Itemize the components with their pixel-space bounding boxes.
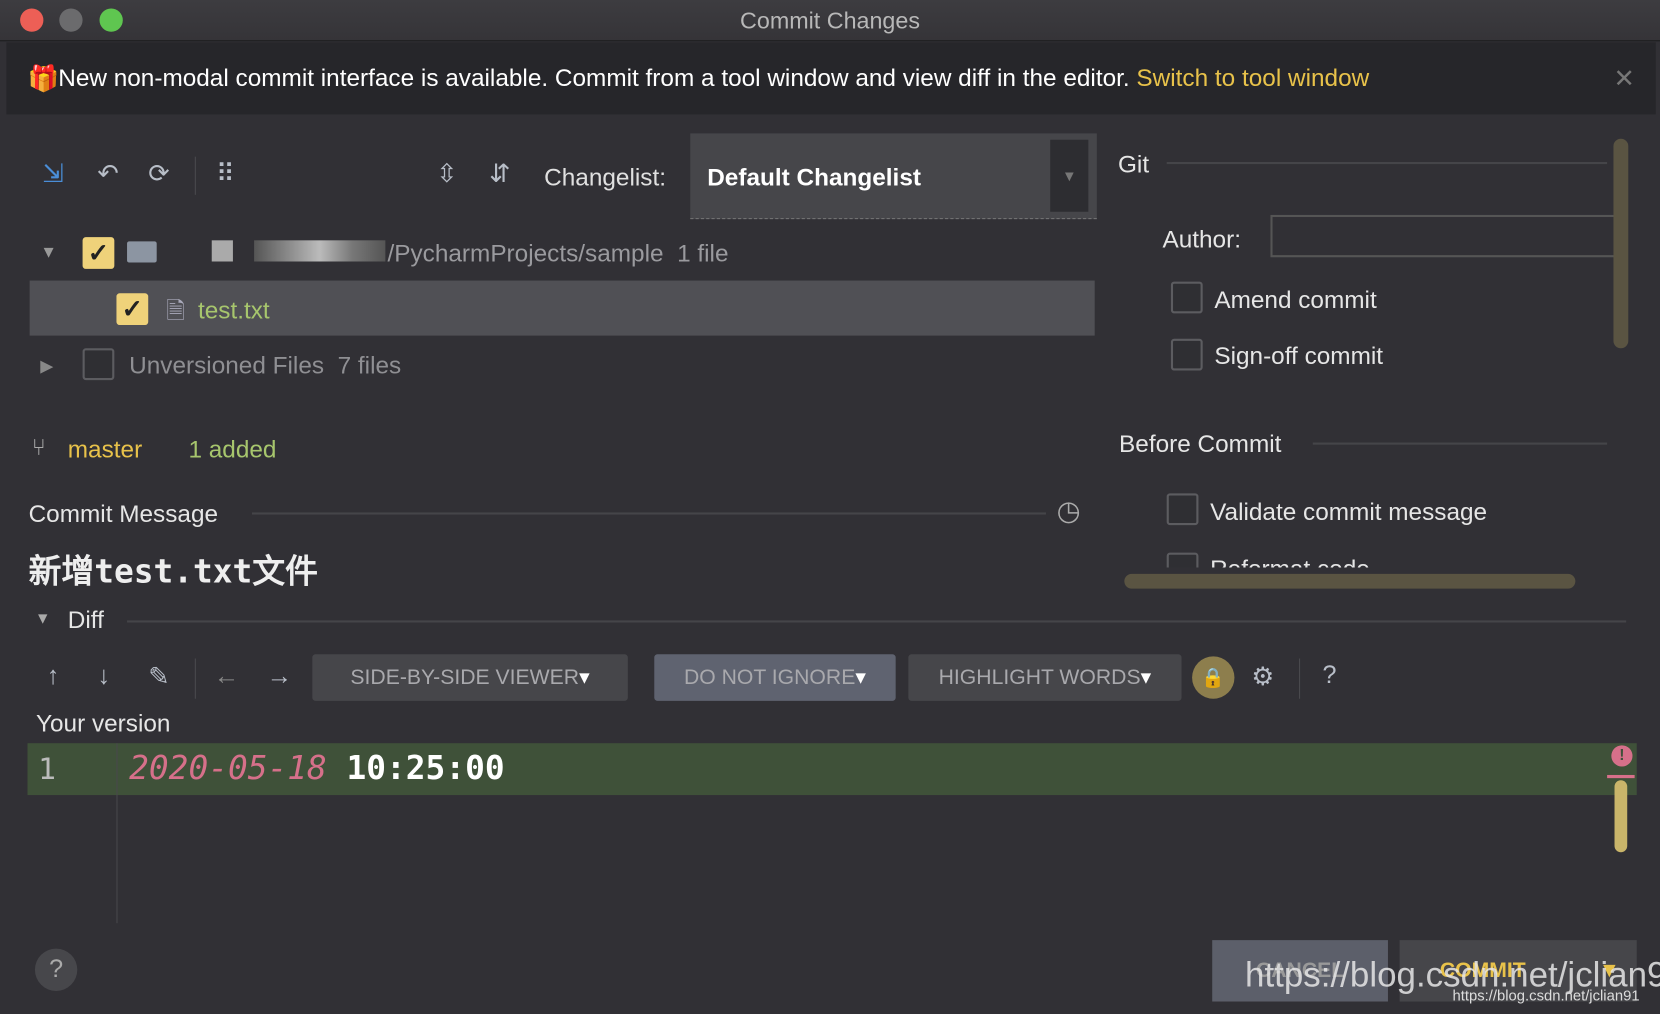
chevron-down-icon[interactable]: ▼ xyxy=(1050,139,1089,212)
unversioned-checkbox[interactable] xyxy=(82,348,115,381)
switch-to-tool-window-link[interactable]: Switch to tool window xyxy=(1136,64,1369,92)
ignore-dropdown[interactable]: DO NOT IGNORE▾ xyxy=(654,654,896,701)
validate-commit-message-checkbox[interactable] xyxy=(1166,493,1199,526)
collapse-all-icon[interactable]: ⇵ xyxy=(489,159,510,190)
gift-icon: 🎁 xyxy=(27,64,60,94)
root-path: /PycharmProjects/sample xyxy=(387,239,664,267)
next-difference-icon[interactable]: ↓ xyxy=(97,662,110,692)
chevron-down-icon: ▾ xyxy=(855,665,866,690)
diff-line-content[interactable]: 2020-05-18 10:25:00 xyxy=(129,750,504,788)
settings-gear-icon[interactable]: ⚙ xyxy=(1251,662,1274,693)
toolbar-divider xyxy=(194,156,196,195)
folder-icon xyxy=(127,241,157,263)
amend-commit-checkbox[interactable] xyxy=(1170,281,1203,314)
commit-message-label: Commit Message xyxy=(28,499,219,528)
root-count: 1 file xyxy=(677,239,729,267)
toolbar-divider xyxy=(1299,658,1301,699)
close-banner-icon[interactable]: ✕ xyxy=(1613,64,1634,95)
horizontal-scrollbar[interactable] xyxy=(1124,573,1576,589)
divider xyxy=(127,620,1627,623)
vertical-scrollbar[interactable] xyxy=(1613,138,1629,349)
branch-name[interactable]: master xyxy=(68,435,142,464)
sign-off-commit-label: Sign-off commit xyxy=(1214,341,1384,370)
highlight-dropdown[interactable]: HIGHLIGHT WORDS▾ xyxy=(908,654,1182,701)
branch-icon: ⑂ xyxy=(31,434,46,461)
window-title: Commit Changes xyxy=(740,7,920,34)
viewer-dropdown[interactable]: SIDE-BY-SIDE VIEWER▾ xyxy=(312,654,628,701)
help-icon[interactable]: ? xyxy=(1322,661,1336,691)
divider xyxy=(1166,161,1608,165)
file-checkbox[interactable]: ✓ xyxy=(116,293,149,326)
text-file-icon: 🗎 xyxy=(166,297,185,324)
added-count: 1 added xyxy=(188,435,277,463)
divider xyxy=(1312,442,1608,445)
banner-text: New non-modal commit interface is availa… xyxy=(58,63,1130,92)
line-time: 10:25:00 xyxy=(346,749,505,788)
watermark-small: https://blog.csdn.net/jclian91 xyxy=(1452,986,1640,1004)
changelist-label: Changelist: xyxy=(544,163,667,191)
lock-icon[interactable]: 🔒 xyxy=(1192,656,1235,699)
toolbar-divider xyxy=(194,658,196,699)
reformat-code-row: Reformat code xyxy=(1165,551,1610,568)
reformat-code-label: Reformat code xyxy=(1210,555,1370,568)
expand-all-icon[interactable]: ⇳ xyxy=(436,159,457,190)
error-marker xyxy=(1607,774,1635,779)
redacted-block xyxy=(211,240,233,262)
diff-label[interactable]: Diff xyxy=(68,606,104,635)
line-date: 2020-05-18 xyxy=(129,749,327,788)
your-version-label: Your version xyxy=(35,709,171,737)
line-number: 1 xyxy=(38,751,56,787)
diff-collapse-icon[interactable]: ▼ xyxy=(35,610,51,628)
gutter-divider xyxy=(116,743,118,924)
help-button[interactable]: ? xyxy=(34,948,78,991)
chevron-down-icon: ▾ xyxy=(1140,665,1152,690)
author-input[interactable] xyxy=(1270,214,1620,258)
highlight-label: HIGHLIGHT WORDS xyxy=(938,665,1141,690)
git-heading: Git xyxy=(1117,150,1150,178)
diff-scrollbar[interactable] xyxy=(1614,780,1628,853)
error-indicator-icon[interactable]: ! xyxy=(1611,745,1633,767)
changelist-checkbox[interactable]: ✓ xyxy=(82,237,115,269)
changelist-dropdown[interactable]: Default Changelist ▼ xyxy=(690,133,1097,220)
sign-off-commit-checkbox[interactable] xyxy=(1170,338,1203,371)
collapse-arrow-icon[interactable]: ▼ xyxy=(40,244,57,263)
redacted-path xyxy=(254,240,386,262)
edit-pencil-icon[interactable]: ✎ xyxy=(148,662,169,693)
validate-commit-message-label: Validate commit message xyxy=(1210,497,1488,526)
amend-commit-label: Amend commit xyxy=(1214,285,1377,314)
viewer-label: SIDE-BY-SIDE VIEWER xyxy=(350,665,580,690)
unversioned-label: Unversioned Files xyxy=(129,351,325,380)
before-commit-heading: Before Commit xyxy=(1119,429,1282,458)
move-to-changelist-icon[interactable]: ⇲ xyxy=(42,159,63,190)
previous-file-icon[interactable]: ← xyxy=(214,662,239,692)
divider xyxy=(251,512,1046,515)
title-bar: Commit Changes xyxy=(0,0,1660,42)
history-clock-icon[interactable]: ◷ xyxy=(1057,494,1081,527)
chevron-down-icon: ▾ xyxy=(579,665,590,690)
expand-arrow-icon[interactable]: ▶ xyxy=(40,356,53,377)
ignore-label: DO NOT IGNORE xyxy=(683,665,856,690)
rollback-icon[interactable]: ↶ xyxy=(97,159,118,190)
previous-difference-icon[interactable]: ↑ xyxy=(47,662,60,692)
file-name: test.txt xyxy=(197,296,270,324)
author-label: Author: xyxy=(1162,225,1241,254)
next-file-icon[interactable]: → xyxy=(267,662,292,692)
changelist-value: Default Changelist xyxy=(707,163,921,191)
file-row-test-txt[interactable] xyxy=(29,280,1095,336)
refresh-icon[interactable]: ⟳ xyxy=(148,159,169,190)
reformat-code-checkbox[interactable] xyxy=(1166,552,1199,568)
group-by-icon[interactable]: ⠿ xyxy=(216,159,235,190)
commit-message-input[interactable]: 新增test.txt文件 xyxy=(29,544,318,592)
unversioned-count: 7 files xyxy=(337,351,402,380)
